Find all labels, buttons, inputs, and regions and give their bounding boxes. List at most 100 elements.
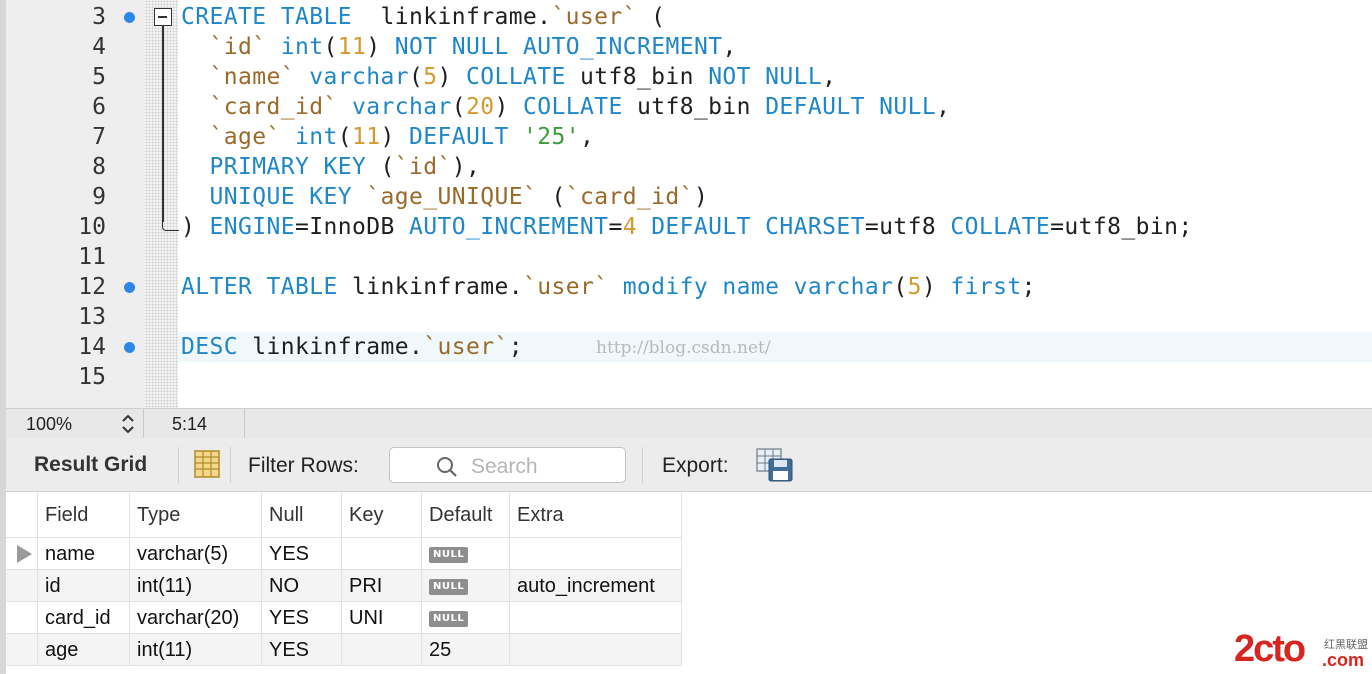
search-placeholder: Search bbox=[471, 455, 538, 478]
code-token: ), bbox=[451, 154, 481, 180]
filter-search-input[interactable]: Search bbox=[389, 447, 626, 483]
code-token: varchar bbox=[793, 274, 894, 300]
table-cell-default[interactable]: 25 bbox=[422, 634, 510, 665]
code-line[interactable]: 4 `id` int(11) NOT NULL AUTO_INCREMENT, bbox=[6, 32, 1372, 62]
row-selector[interactable] bbox=[6, 634, 38, 665]
code-token: ; bbox=[1021, 274, 1036, 300]
code-token: = bbox=[608, 214, 623, 240]
fold-range-end bbox=[162, 222, 179, 231]
table-cell-null[interactable]: YES bbox=[262, 602, 342, 633]
code-text: ALTER TABLE linkinframe.`user` modify na… bbox=[181, 275, 1036, 299]
code-token: `name` bbox=[209, 64, 295, 90]
table-cell-type[interactable]: int(11) bbox=[130, 634, 262, 665]
row-selector[interactable] bbox=[6, 538, 38, 569]
table-cell-field[interactable]: name bbox=[38, 538, 130, 569]
editor-status-bar: 100% 5:14 bbox=[6, 408, 1372, 439]
table-cell-key[interactable] bbox=[342, 538, 422, 569]
code-token: ) bbox=[380, 124, 409, 150]
code-token: 11 bbox=[352, 124, 381, 150]
table-cell-field[interactable]: card_id bbox=[38, 602, 130, 633]
table-cell-default[interactable]: NULL bbox=[422, 602, 510, 633]
result-grid[interactable]: Field Type Null Key Default Extra name va… bbox=[6, 492, 1372, 674]
table-row[interactable]: name varchar(5) YES NULL bbox=[6, 538, 682, 570]
code-line[interactable]: 12 ALTER TABLE linkinframe.`user` modify … bbox=[6, 272, 1372, 302]
table-cell-extra[interactable] bbox=[510, 602, 682, 633]
column-header[interactable]: Field bbox=[38, 492, 130, 537]
null-badge: NULL bbox=[429, 546, 469, 563]
code-line[interactable]: 3 CREATE TABLE linkinframe.`user` ( bbox=[6, 2, 1372, 32]
table-cell-extra[interactable] bbox=[510, 634, 682, 665]
grid-view-icon[interactable] bbox=[194, 450, 220, 478]
code-line[interactable]: 9 UNIQUE KEY `age_UNIQUE` (`card_id`) bbox=[6, 182, 1372, 212]
table-cell-default[interactable]: NULL bbox=[422, 570, 510, 601]
line-number: 12 bbox=[78, 274, 106, 300]
code-token: =InnoDB bbox=[294, 214, 409, 240]
code-token: name bbox=[722, 274, 780, 300]
code-token: ) bbox=[921, 274, 951, 300]
code-token: '25' bbox=[522, 124, 580, 150]
code-line[interactable]: 5 `name` varchar(5) COLLATE utf8_bin NOT… bbox=[6, 62, 1372, 92]
code-token: 20 bbox=[465, 94, 495, 120]
table-cell-field[interactable]: id bbox=[38, 570, 130, 601]
code-line[interactable]: 6 `card_id` varchar(20) COLLATE utf8_bin… bbox=[6, 92, 1372, 122]
code-line[interactable]: 15 bbox=[6, 362, 1372, 392]
zoom-stepper-icon[interactable] bbox=[119, 412, 137, 436]
code-token: ( bbox=[366, 154, 395, 180]
table-row[interactable]: id int(11) NO PRI NULL auto_increment bbox=[6, 570, 682, 602]
code-token: ) bbox=[181, 214, 210, 240]
table-cell-default[interactable]: NULL bbox=[422, 538, 510, 569]
sql-editor[interactable]: 3 CREATE TABLE linkinframe.`user` (4 `id`… bbox=[6, 0, 1372, 408]
table-cell-key[interactable]: UNI bbox=[342, 602, 422, 633]
site-logo: 2cto bbox=[1234, 628, 1306, 670]
table-cell-type[interactable]: int(11) bbox=[130, 570, 262, 601]
column-header[interactable]: Extra bbox=[510, 492, 682, 537]
table-cell-type[interactable]: varchar(5) bbox=[130, 538, 262, 569]
code-token: 4 bbox=[622, 214, 637, 240]
code-token: int bbox=[295, 124, 338, 150]
code-line[interactable]: 8 PRIMARY KEY (`id`), bbox=[6, 152, 1372, 182]
export-icon[interactable] bbox=[756, 448, 794, 482]
code-text: `name` varchar(5) COLLATE utf8_bin NOT N… bbox=[181, 64, 837, 90]
table-cell-key[interactable]: PRI bbox=[342, 570, 422, 601]
code-line[interactable]: 11 bbox=[6, 242, 1372, 272]
table-cell-type[interactable]: varchar(20) bbox=[130, 602, 262, 633]
table-row[interactable]: card_id varchar(20) YES UNI NULL bbox=[6, 602, 682, 634]
code-line[interactable]: 7 `age` int(11) DEFAULT '25', bbox=[6, 122, 1372, 152]
row-selector[interactable] bbox=[6, 570, 38, 601]
table-cell-extra[interactable] bbox=[510, 538, 682, 569]
code-token: , bbox=[936, 94, 951, 120]
column-header[interactable]: Default bbox=[422, 492, 510, 537]
code-token: COLLATE bbox=[950, 214, 1051, 240]
fold-toggle-icon[interactable] bbox=[154, 8, 172, 26]
column-header[interactable]: Null bbox=[262, 492, 342, 537]
table-cell-key[interactable] bbox=[342, 634, 422, 665]
column-header[interactable]: Key bbox=[342, 492, 422, 537]
code-token: NOT NULL bbox=[708, 64, 823, 90]
code-token: ( bbox=[893, 274, 908, 300]
row-selector[interactable] bbox=[6, 602, 38, 633]
code-token: linkinframe. bbox=[351, 4, 552, 30]
table-cell-null[interactable]: NO bbox=[262, 570, 342, 601]
code-token: 5 bbox=[423, 64, 438, 90]
code-token: linkinframe. bbox=[337, 274, 523, 300]
code-text: ) ENGINE=InnoDB AUTO_INCREMENT=4 DEFAULT… bbox=[181, 215, 1193, 239]
code-token: varchar bbox=[309, 64, 409, 90]
table-row[interactable]: age int(11) YES 25 bbox=[6, 634, 682, 666]
table-cell-null[interactable]: YES bbox=[262, 634, 342, 665]
code-line[interactable]: 10) ENGINE=InnoDB AUTO_INCREMENT=4 DEFAU… bbox=[6, 212, 1372, 242]
row-selector-header bbox=[6, 492, 38, 537]
code-token: DEFAULT NULL bbox=[765, 94, 937, 120]
table-cell-null[interactable]: YES bbox=[262, 538, 342, 569]
zoom-level[interactable]: 100% bbox=[26, 414, 72, 435]
code-token: `card_id` bbox=[209, 94, 338, 120]
table-cell-extra[interactable]: auto_increment bbox=[510, 570, 682, 601]
code-text: `age` int(11) DEFAULT '25', bbox=[181, 125, 594, 149]
column-header[interactable]: Type bbox=[130, 492, 262, 537]
table-cell-field[interactable]: age bbox=[38, 634, 130, 665]
code-token: COLLATE bbox=[465, 64, 566, 90]
result-grid-tab[interactable]: Result Grid bbox=[34, 453, 147, 477]
code-token: utf8_bin bbox=[622, 94, 766, 120]
code-line[interactable]: 13 bbox=[6, 302, 1372, 332]
